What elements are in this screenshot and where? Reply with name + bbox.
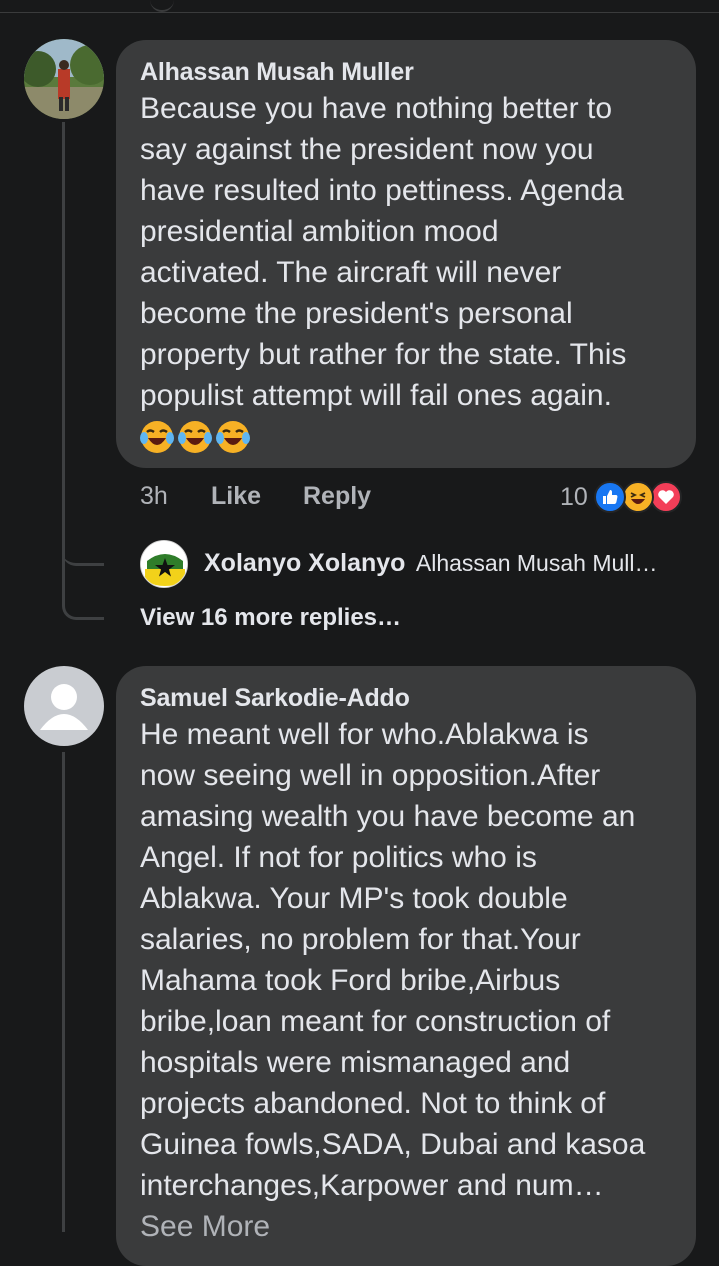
- love-reaction-icon: [649, 481, 682, 513]
- comment-actions: 3h Like Reply: [140, 482, 440, 516]
- comment-author[interactable]: Samuel Sarkodie-Addo: [140, 682, 672, 714]
- comment-timestamp[interactable]: 3h: [140, 482, 168, 511]
- laughing-tears-emoji: [178, 421, 212, 453]
- emoji-row: [140, 420, 672, 454]
- reply-author[interactable]: Xolanyo Xolanyo: [204, 549, 405, 577]
- reply-preview[interactable]: Xolanyo Xolanyo Alhassan Musah Mull…: [204, 549, 694, 581]
- reaction-summary[interactable]: 10: [560, 480, 700, 514]
- comment-text: He meant well for who.Ablakwa is now see…: [140, 718, 646, 1202]
- view-more-replies-link[interactable]: View 16 more replies…: [140, 604, 401, 632]
- default-avatar[interactable]: [24, 666, 104, 746]
- haha-reaction-icon: [621, 481, 654, 513]
- see-more-link[interactable]: See More: [140, 1206, 672, 1247]
- reaction-count: 10: [560, 482, 588, 511]
- view-more-connector: [62, 560, 104, 620]
- comment-text: Because you have nothing better to say a…: [140, 92, 627, 412]
- previous-thread-connector: [150, 0, 174, 12]
- comment-author[interactable]: Alhassan Musah Muller: [140, 56, 672, 88]
- laughing-tears-emoji: [216, 421, 250, 453]
- top-divider: [0, 12, 719, 13]
- user-silhouette-icon: [40, 684, 88, 730]
- like-button[interactable]: Like: [211, 482, 261, 511]
- reply-button[interactable]: Reply: [303, 482, 371, 511]
- reply-text-preview: Alhassan Musah Mull…: [415, 550, 658, 576]
- reply-avatar[interactable]: [140, 540, 188, 588]
- thread-line: [62, 752, 65, 1232]
- laughing-tears-emoji: [140, 421, 174, 453]
- like-reaction-icon: [593, 481, 626, 513]
- comment-bubble[interactable]: Samuel Sarkodie-Addo He meant well for w…: [116, 666, 696, 1266]
- thread-line: [62, 122, 65, 562]
- avatar[interactable]: [24, 39, 104, 119]
- comment-bubble[interactable]: Alhassan Musah Muller Because you have n…: [116, 40, 696, 468]
